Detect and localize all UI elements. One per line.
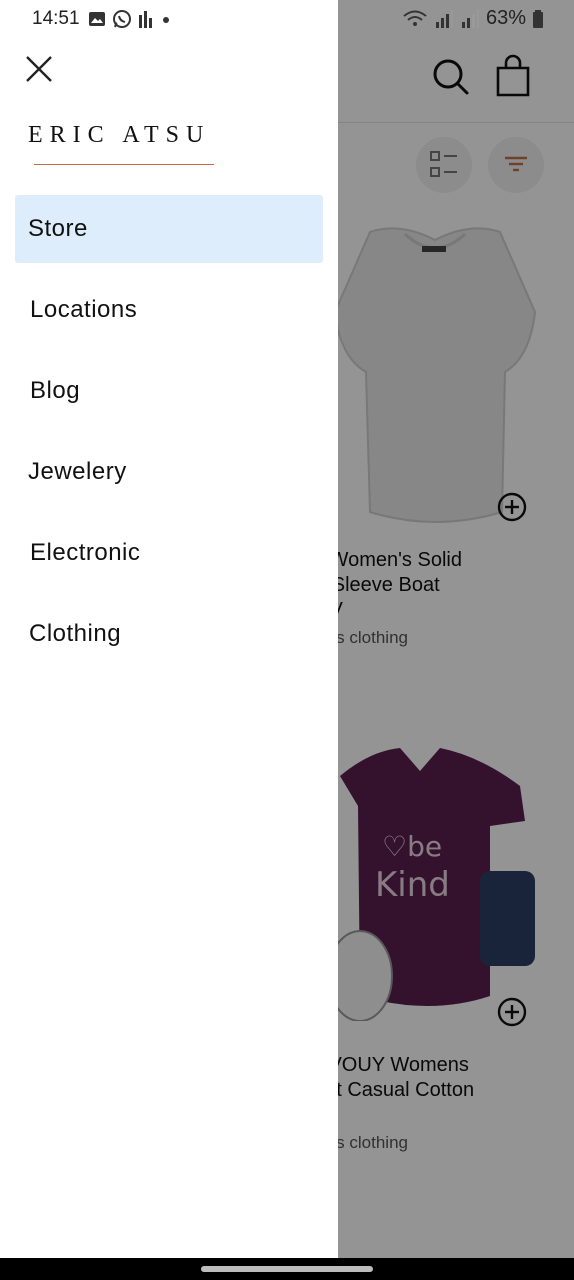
menu-item-clothing[interactable]: Clothing bbox=[15, 600, 323, 668]
system-status: 63% bbox=[402, 7, 544, 30]
menu-item-label: Store bbox=[28, 215, 88, 242]
system-navigation-bar bbox=[0, 1258, 574, 1280]
app-screen: n bbox=[0, 0, 574, 1280]
dot-icon bbox=[163, 17, 169, 23]
status-time: 14:51 bbox=[32, 8, 80, 29]
menu-item-blog[interactable]: Blog bbox=[15, 357, 323, 425]
wifi-icon bbox=[403, 10, 427, 26]
battery-icon bbox=[533, 9, 543, 28]
menu-item-label: Electronic bbox=[30, 539, 141, 566]
brand-underline bbox=[34, 164, 214, 165]
image-icon bbox=[89, 12, 105, 26]
menu-item-label: Blog bbox=[30, 377, 81, 404]
close-icon[interactable] bbox=[22, 52, 56, 86]
menu-item-locations[interactable]: Locations bbox=[15, 276, 323, 344]
battery-percent: 63% bbox=[485, 7, 526, 29]
cell-signal-icon bbox=[435, 9, 453, 28]
whatsapp-icon bbox=[113, 10, 131, 28]
menu-item-label: Clothing bbox=[29, 620, 122, 647]
cell-signal-icon bbox=[461, 9, 479, 28]
menu-item-label: Locations bbox=[30, 296, 138, 323]
notification-icons bbox=[88, 9, 172, 29]
menu-item-electronic[interactable]: Electronic bbox=[15, 519, 323, 587]
menu-item-store[interactable]: Store bbox=[15, 195, 323, 263]
status-bar: 14:51 63% bbox=[0, 0, 574, 38]
menu-item-jewelery[interactable]: Jewelery bbox=[15, 438, 323, 506]
signal-bars-icon bbox=[139, 11, 152, 28]
home-indicator[interactable] bbox=[201, 1266, 373, 1272]
navigation-drawer: ERIC ATSU Store Locations Blog Jewelery … bbox=[0, 0, 338, 1258]
menu-item-label: Jewelery bbox=[28, 458, 127, 485]
brand-logo[interactable]: ERIC ATSU bbox=[28, 122, 210, 149]
